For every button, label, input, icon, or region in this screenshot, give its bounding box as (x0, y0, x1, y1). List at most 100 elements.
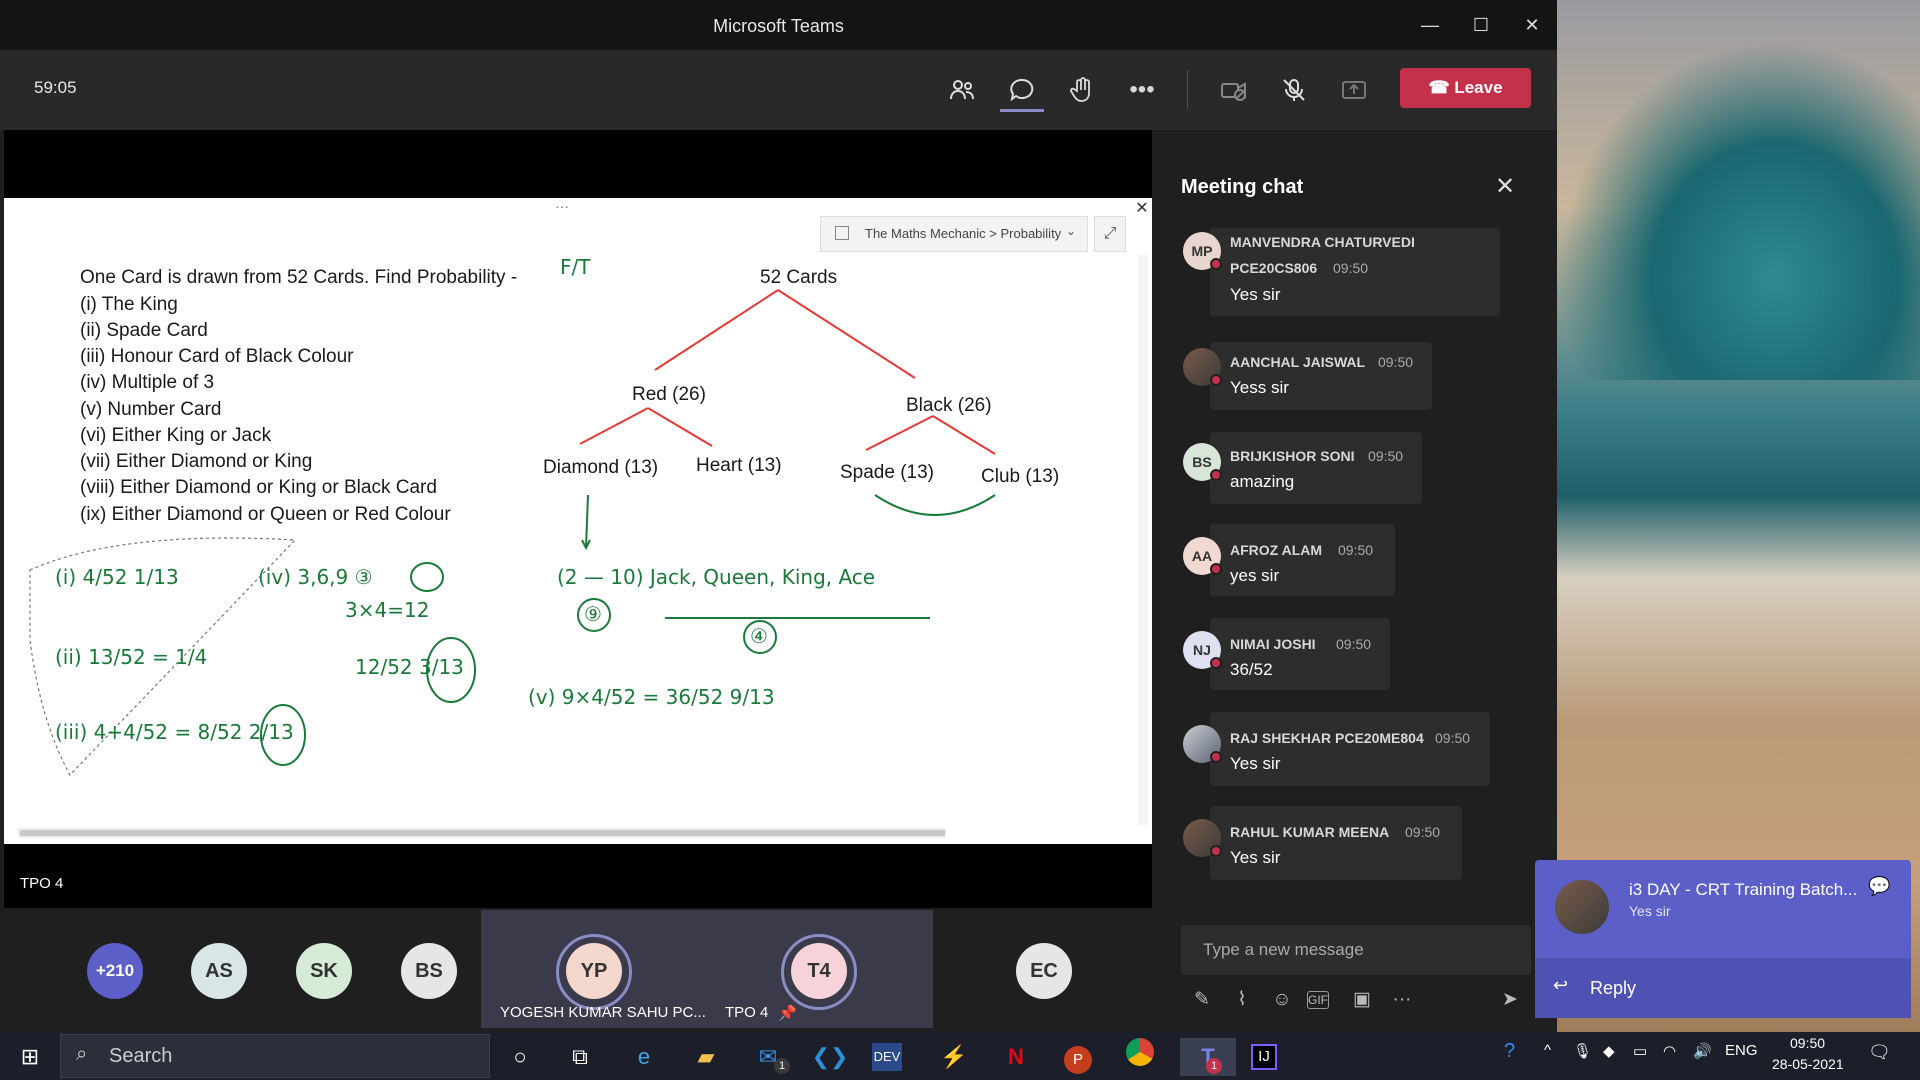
status-dot (1210, 845, 1222, 857)
message-sender: RAJ SHEKHAR PCE20ME804 (1230, 730, 1424, 746)
control-separator (1187, 70, 1188, 108)
reply-icon: ↩ (1553, 975, 1569, 995)
tree-node-heart: Heart (13) (696, 455, 782, 476)
status-dot (1210, 751, 1222, 763)
dropbox-icon[interactable]: ◆ (1603, 1042, 1615, 1060)
toast-title: i3 DAY - CRT Training Batch... (1629, 880, 1858, 899)
handwriting-calc: 3×4=12 (345, 598, 430, 622)
handwriting-cards: (2 — 10) Jack, Queen, King, Ace (557, 565, 876, 589)
toast-message: Yes sir (1629, 903, 1671, 919)
close-chat-button[interactable]: ✕ (1495, 172, 1515, 201)
chat-title: Meeting chat (1181, 176, 1304, 198)
message-sender: MANVENDRA CHATURVEDI (1230, 234, 1415, 250)
message-sender: BRIJKISHOR SONI (1230, 448, 1355, 464)
leave-label: Leave (1454, 78, 1503, 97)
participant-bubble[interactable]: SK (296, 943, 352, 999)
search-icon: ⌕ (76, 1043, 88, 1065)
intellij-icon[interactable]: IJ (1244, 1038, 1284, 1076)
edge-icon[interactable]: e (624, 1038, 664, 1076)
close-icon: ✕ (1495, 173, 1516, 200)
leave-button[interactable]: ☎ Leave (1400, 68, 1531, 108)
emoji-icon[interactable]: ☺ (1267, 985, 1297, 1015)
mic-icon[interactable]: 🎙 (1573, 1042, 1592, 1060)
message-time: 09:50 (1378, 354, 1414, 370)
wifi-icon[interactable]: ◠ (1663, 1042, 1676, 1060)
toast-reply-label[interactable]: Reply (1590, 978, 1636, 999)
message-sender: NIMAI JOSHI (1230, 636, 1316, 652)
share-button[interactable] (1332, 70, 1376, 110)
message-time: 09:50 (1333, 260, 1369, 276)
language-indicator[interactable]: ENG (1725, 1042, 1758, 1059)
volume-icon[interactable]: 🔊 (1693, 1042, 1712, 1060)
message-time: 09:50 (1338, 542, 1374, 558)
app-icon[interactable]: ⚡ (934, 1038, 974, 1076)
sticker-icon[interactable]: ▣ (1347, 985, 1377, 1015)
chat-message[interactable] (1210, 342, 1432, 410)
battery-icon[interactable]: ▭ (1633, 1042, 1647, 1060)
tree-node-diamond: Diamond (13) (543, 457, 659, 478)
message-text: Yes sir (1230, 848, 1281, 867)
handwriting-fraction: 12/52 3/13 (355, 655, 464, 679)
chrome-icon[interactable] (1120, 1038, 1160, 1076)
notification-center-icon[interactable]: 🗨 (1868, 1042, 1891, 1063)
start-button[interactable]: ⊞ (10, 1038, 50, 1076)
devcpp-icon[interactable]: DEV (872, 1043, 902, 1071)
maximize-button[interactable]: ☐ (1456, 0, 1506, 50)
mail-badge: 1 (774, 1058, 790, 1074)
file-explorer-icon[interactable]: ▰ (686, 1038, 726, 1076)
status-dot (1210, 374, 1222, 386)
microphone-button[interactable] (1272, 70, 1316, 110)
status-dot (1210, 469, 1222, 481)
gif-icon[interactable]: GIF (1307, 991, 1329, 1009)
participant-bubble[interactable]: YP (566, 943, 622, 999)
task-view-icon[interactable]: ⧉ (560, 1038, 600, 1076)
attach-icon[interactable]: ⌇ (1227, 985, 1257, 1015)
chevron-up-icon[interactable]: ^ (1544, 1042, 1551, 1059)
cortana-icon[interactable]: ○ (500, 1038, 540, 1076)
clock-time[interactable]: 09:50 (1790, 1035, 1825, 1051)
participant-bubble[interactable]: EC (1016, 943, 1072, 999)
message-sender: AFROZ ALAM (1230, 542, 1323, 558)
presenter-name: TPO 4 (20, 875, 64, 892)
clock-date[interactable]: 28-05-2021 (1772, 1056, 1844, 1072)
participant-bubble[interactable]: BS (401, 943, 457, 999)
chat-message[interactable] (1210, 712, 1490, 786)
chat-message[interactable] (1210, 806, 1462, 880)
message-compose-input[interactable]: Type a new message (1181, 925, 1531, 975)
camera-button[interactable] (1212, 70, 1256, 110)
close-window-button[interactable]: ✕ (1507, 0, 1557, 50)
message-sender: AANCHAL JAISWAL (1230, 354, 1366, 370)
status-dot (1210, 258, 1222, 270)
netflix-icon[interactable]: N (996, 1038, 1036, 1076)
chat-message[interactable] (1210, 432, 1422, 504)
help-icon[interactable]: ? (1504, 1040, 1515, 1063)
message-text: Yess sir (1230, 378, 1289, 397)
handwriting-answer-iv: (iv) 3,6,9 ③ (258, 565, 373, 589)
minimize-button[interactable]: — (1405, 0, 1455, 50)
format-icon[interactable]: ✎ (1187, 985, 1217, 1015)
message-time: 09:50 (1368, 448, 1404, 464)
handwriting-answer-i: (i) 4/52 1/13 (55, 565, 179, 589)
vscode-icon[interactable]: ❮❯ (810, 1038, 850, 1076)
tree-root: 52 Cards (760, 267, 838, 288)
message-time: 09:50 (1435, 730, 1471, 746)
more-participants-button[interactable]: +210 (87, 943, 143, 999)
handwriting-count-9: ⑨ (584, 602, 602, 626)
pin-icon: 📌 (778, 1005, 797, 1022)
mic-off-icon (1283, 79, 1305, 101)
chat-bubble-icon: 💬 (1868, 876, 1891, 896)
message-text: yes sir (1230, 566, 1280, 585)
handwriting-count-4: ④ (750, 624, 768, 648)
send-icon[interactable]: ➤ (1495, 985, 1525, 1015)
taskbar-search[interactable]: Search (60, 1034, 490, 1078)
tree-lines (29, 289, 996, 777)
status-dot (1210, 657, 1222, 669)
powerpoint-icon[interactable]: P (1058, 1038, 1098, 1076)
participant-bubble[interactable]: T4 (791, 943, 847, 999)
tree-node-red: Red (26) (632, 384, 706, 405)
participant-bubble[interactable]: AS (191, 943, 247, 999)
message-text: amazing (1230, 472, 1295, 491)
message-text: Yes sir (1230, 285, 1281, 304)
message-sender-line2: PCE20CS806 (1230, 260, 1318, 276)
more-icon[interactable]: ··· (1387, 985, 1417, 1015)
